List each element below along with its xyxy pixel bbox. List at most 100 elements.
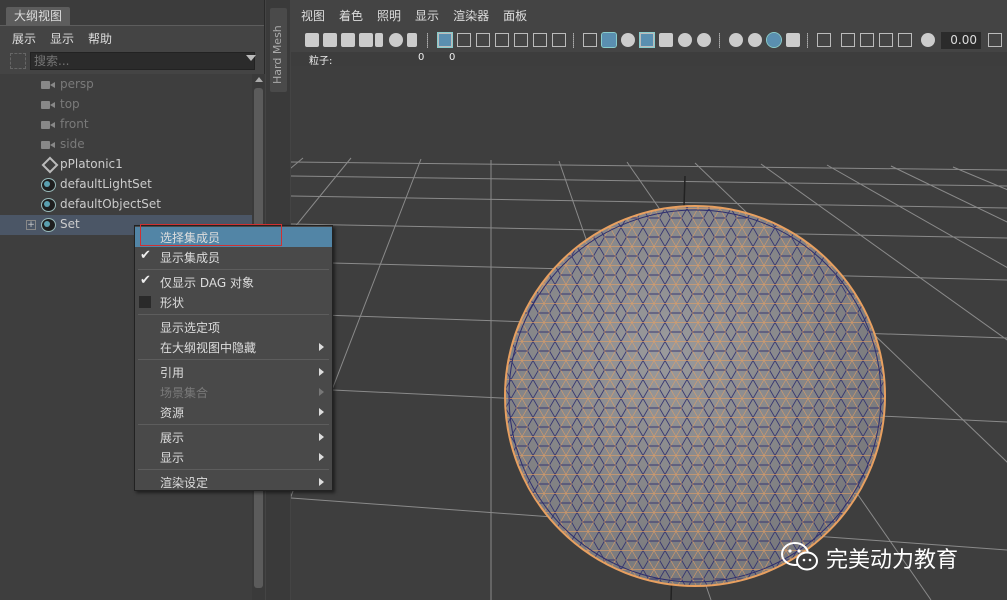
filter-icon[interactable] <box>10 53 26 69</box>
search-input[interactable] <box>30 52 255 70</box>
tree-item-pplatonic1[interactable]: pPlatonic1 <box>0 155 252 175</box>
menu-shading[interactable]: 着色 <box>339 7 363 24</box>
hud-particles: 粒子: 0 0 <box>291 52 1007 67</box>
menu-divider <box>138 469 329 470</box>
menu-help[interactable]: 帮助 <box>88 30 112 47</box>
menu-divider <box>138 314 329 315</box>
default-material-icon[interactable] <box>621 33 635 47</box>
smooth-shade-icon[interactable] <box>601 32 617 48</box>
backface-icon[interactable] <box>898 33 912 47</box>
outliner-tab[interactable]: 大纲视图 <box>6 7 71 26</box>
toolbar-separator <box>427 33 428 48</box>
isolate-select-icon[interactable] <box>817 33 831 47</box>
set-icon <box>41 178 56 192</box>
menu-item-shapes[interactable]: 形状 <box>135 292 332 312</box>
menu-item-dag-only[interactable]: ✔ 仅显示 DAG 对象 <box>135 272 332 292</box>
gate-mask-icon[interactable] <box>495 33 509 47</box>
menu-display[interactable]: 显示 <box>50 30 74 47</box>
camera-attributes-icon[interactable] <box>323 33 337 47</box>
submenu-arrow-icon <box>319 388 324 396</box>
xray-active-icon[interactable] <box>860 33 874 47</box>
search-row <box>0 50 264 72</box>
film-gate-icon[interactable] <box>457 33 471 47</box>
toolbar-separator <box>573 33 574 48</box>
menu-item-show-selected[interactable]: 显示选定项 <box>135 317 332 337</box>
grid-icon[interactable] <box>437 32 453 48</box>
image-plane-icon[interactable] <box>359 33 373 47</box>
xray-icon[interactable] <box>841 33 855 47</box>
camera-icon <box>41 120 56 134</box>
outliner-menubar: 展示 显示 帮助 <box>0 26 264 50</box>
menu-item-select-set-members[interactable]: 选择集成员 <box>135 227 332 247</box>
hud-label: 粒子: <box>309 56 333 67</box>
pin-icon[interactable] <box>375 33 383 47</box>
xray-joints-icon[interactable] <box>879 33 893 47</box>
menu-panels[interactable]: 面板 <box>503 7 527 24</box>
tree-item-front[interactable]: front <box>0 115 252 135</box>
menu-divider <box>138 424 329 425</box>
motion-blur-icon[interactable] <box>748 33 762 47</box>
camera-icon <box>41 100 56 114</box>
grease-pencil-icon[interactable] <box>407 33 417 47</box>
wireframe-icon[interactable] <box>583 33 597 47</box>
sphere-mesh <box>504 205 886 587</box>
menu-show[interactable]: 展示 <box>12 30 36 47</box>
bookmark-icon[interactable] <box>341 33 355 47</box>
search-dropdown-icon[interactable] <box>246 55 256 61</box>
submenu-arrow-icon <box>319 453 324 461</box>
exposure-icon[interactable] <box>921 33 935 47</box>
watermark: 完美动力教育 <box>780 540 1000 574</box>
depth-of-field-icon[interactable] <box>786 33 800 47</box>
check-icon: ✔ <box>140 273 151 288</box>
gamma-icon[interactable] <box>988 33 1002 47</box>
ambient-occlusion-icon[interactable] <box>729 33 743 47</box>
field-chart-icon[interactable] <box>514 33 528 47</box>
shelf-tab-hard-mesh[interactable]: Hard Mesh <box>270 8 287 92</box>
menu-item-render-settings[interactable]: 渲染设定 <box>135 472 332 492</box>
camera-icon <box>41 80 56 94</box>
viewport-menubar: 视图 着色 照明 显示 渲染器 面板 <box>291 0 1007 30</box>
checkbox-empty-icon <box>139 296 151 308</box>
lights-icon[interactable] <box>678 33 692 47</box>
menu-renderer[interactable]: 渲染器 <box>453 7 489 24</box>
toolbar-separator <box>719 33 720 48</box>
hud-value: 0 <box>418 52 425 63</box>
shadows-icon[interactable] <box>697 33 711 47</box>
tree-item-persp[interactable]: persp <box>0 75 252 95</box>
scroll-up-icon[interactable] <box>255 77 263 82</box>
viewport-scene[interactable] <box>291 66 1007 600</box>
viewport-toolbar: 0.00 <box>291 30 1007 52</box>
menu-view[interactable]: 视图 <box>301 7 325 24</box>
expand-icon[interactable]: + <box>26 220 36 230</box>
select-camera-icon[interactable] <box>305 33 319 47</box>
submenu-arrow-icon <box>319 343 324 351</box>
safe-action-icon[interactable] <box>533 33 547 47</box>
menu-item-display-show[interactable]: 展示 <box>135 427 332 447</box>
wireframe-on-shaded-icon[interactable] <box>639 32 655 48</box>
menu-item-hide-in-outliner[interactable]: 在大纲视图中隐藏 <box>135 337 332 357</box>
menu-item-display[interactable]: 显示 <box>135 447 332 467</box>
tree-item-side[interactable]: side <box>0 135 252 155</box>
textured-icon[interactable] <box>659 33 673 47</box>
submenu-arrow-icon <box>319 478 324 486</box>
check-icon: ✔ <box>140 248 151 263</box>
viewport-panel[interactable]: 视图 着色 照明 显示 渲染器 面板 0.00 粒子: 0 0 <box>291 0 1007 600</box>
tree-item-defaultobjectset[interactable]: defaultObjectSet <box>0 195 252 215</box>
anti-aliasing-icon[interactable] <box>766 32 782 48</box>
menu-show[interactable]: 显示 <box>415 7 439 24</box>
2d-pan-icon[interactable] <box>389 33 403 47</box>
menu-item-show-set-members[interactable]: ✔ 显示集成员 <box>135 247 332 267</box>
safe-title-icon[interactable] <box>552 33 566 47</box>
tree-item-top[interactable]: top <box>0 95 252 115</box>
toolbar-separator <box>807 33 808 48</box>
submenu-arrow-icon <box>319 408 324 416</box>
resolution-gate-icon[interactable] <box>476 33 490 47</box>
exposure-value[interactable]: 0.00 <box>941 32 981 49</box>
menu-lighting[interactable]: 照明 <box>377 7 401 24</box>
tree-item-defaultlightset[interactable]: defaultLightSet <box>0 175 252 195</box>
menu-item-assets[interactable]: 资源 <box>135 402 332 422</box>
menu-item-reference[interactable]: 引用 <box>135 362 332 382</box>
camera-icon <box>41 140 56 154</box>
submenu-arrow-icon <box>319 368 324 376</box>
menu-item-scene-assembly[interactable]: 场景集合 <box>135 382 332 402</box>
